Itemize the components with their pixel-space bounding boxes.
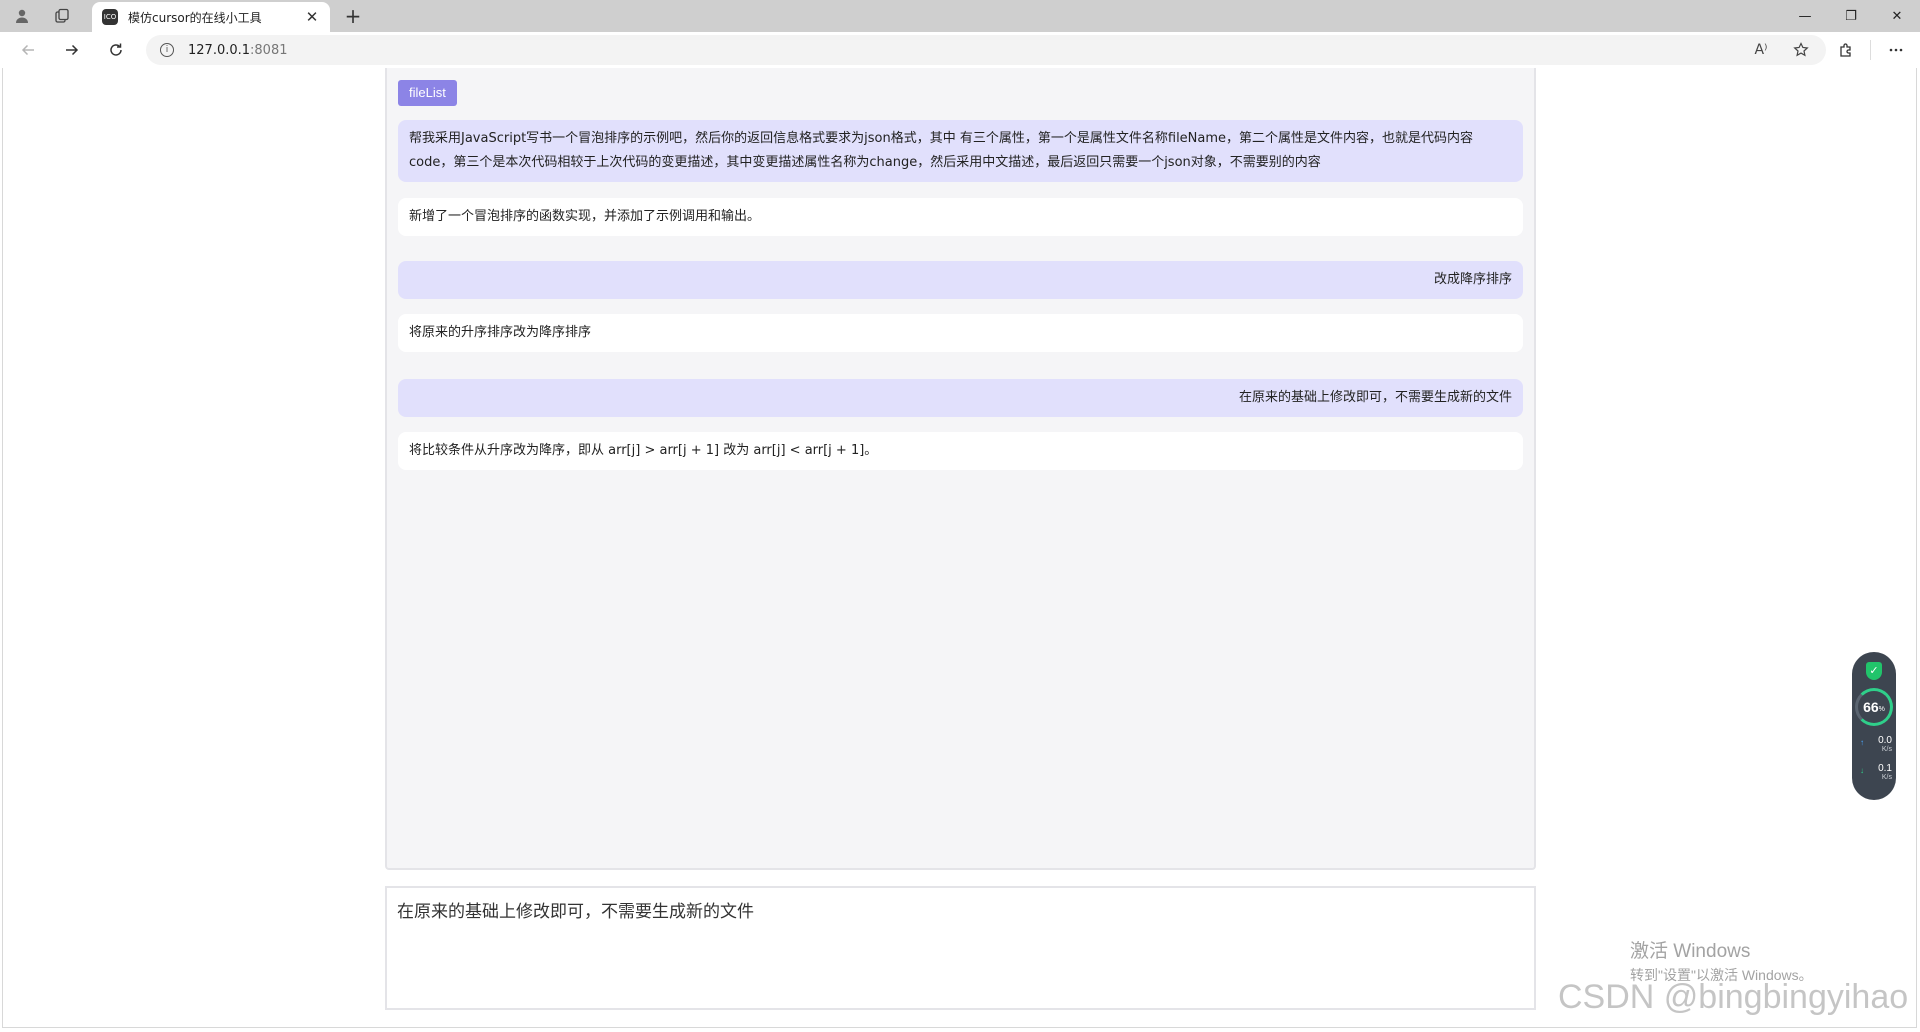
shield-check-icon: ✓ [1866, 662, 1882, 680]
tab-active[interactable]: ICO 模仿cursor的在线小工具 ✕ [92, 2, 330, 32]
activation-title: 激活 Windows [1630, 941, 1751, 962]
assistant-message: 将原来的升序排序改为降序排序 [398, 314, 1523, 352]
assistant-message: 将比较条件从升序改为降序，即从 arr[j] > arr[j + 1] 改为 a… [398, 432, 1523, 470]
site-info-icon[interactable]: i [160, 43, 174, 57]
download-speed: ↓ 0.1 K/s [1860, 764, 1892, 782]
download-unit: K/s [1881, 774, 1892, 781]
page-border [2, 1027, 1917, 1028]
toolbar-divider [1870, 40, 1871, 60]
assistant-message: 新增了一个冒泡排序的函数实现，并添加了示例调用和输出。 [398, 198, 1523, 236]
favorite-star-icon[interactable] [1786, 35, 1816, 65]
forward-button[interactable] [54, 34, 90, 66]
system-monitor-widget[interactable]: ✓ 66% ↑ 0.0 K/s ↓ 0.1 K/s [1852, 652, 1896, 800]
tab-close-icon[interactable]: ✕ [304, 8, 320, 26]
user-message: 改成降序排序 [398, 261, 1523, 299]
close-window-button[interactable]: ✕ [1874, 0, 1920, 32]
user-message: 帮我采用JavaScript写书一个冒泡排序的示例吧，然后你的返回信息格式要求为… [398, 120, 1523, 182]
back-button[interactable] [10, 34, 46, 66]
workspaces-icon[interactable] [42, 0, 82, 32]
upload-speed: ↑ 0.0 K/s [1860, 736, 1892, 754]
url-host: 127.0.0.1 [188, 42, 251, 58]
address-bar[interactable]: i 127.0.0.1:8081 A⁾ [146, 35, 1826, 65]
url-port: :8081 [250, 42, 288, 58]
page-border [1916, 68, 1917, 1028]
browser-toolbar: i 127.0.0.1:8081 A⁾ [0, 32, 1920, 68]
browser-titlebar: ICO 模仿cursor的在线小工具 ✕ + — ❐ ✕ [0, 0, 1920, 32]
filelist-button[interactable]: fileList [398, 80, 457, 106]
page-border [2, 68, 3, 1028]
upload-unit: K/s [1881, 746, 1892, 753]
profile-icon[interactable] [2, 0, 42, 32]
read-aloud-icon[interactable]: A⁾ [1746, 35, 1776, 65]
chat-panel[interactable]: fileList 帮我采用JavaScript写书一个冒泡排序的示例吧，然后你的… [385, 68, 1536, 870]
upload-arrow-icon: ↑ [1860, 738, 1864, 747]
tab-favicon-icon: ICO [102, 9, 118, 25]
gauge-percent-unit: % [1878, 705, 1885, 713]
new-tab-button[interactable]: + [338, 0, 368, 32]
extensions-icon[interactable] [1828, 34, 1864, 66]
more-menu-icon[interactable] [1878, 34, 1914, 66]
gauge-percent: 66 [1863, 699, 1879, 715]
cpu-gauge: 66% [1855, 688, 1893, 726]
refresh-button[interactable] [98, 34, 134, 66]
download-arrow-icon: ↓ [1860, 766, 1864, 775]
minimize-button[interactable]: — [1782, 0, 1828, 32]
user-message: 在原来的基础上修改即可，不需要生成新的文件 [398, 379, 1523, 417]
prompt-input[interactable]: 在原来的基础上修改即可，不需要生成新的文件 [385, 886, 1536, 1010]
tab-title: 模仿cursor的在线小工具 [128, 10, 262, 25]
restore-button[interactable]: ❐ [1828, 0, 1874, 32]
page-viewport: fileList 帮我采用JavaScript写书一个冒泡排序的示例吧，然后你的… [0, 68, 1920, 1032]
watermark: CSDN @bingbingyihao [1558, 978, 1909, 1016]
